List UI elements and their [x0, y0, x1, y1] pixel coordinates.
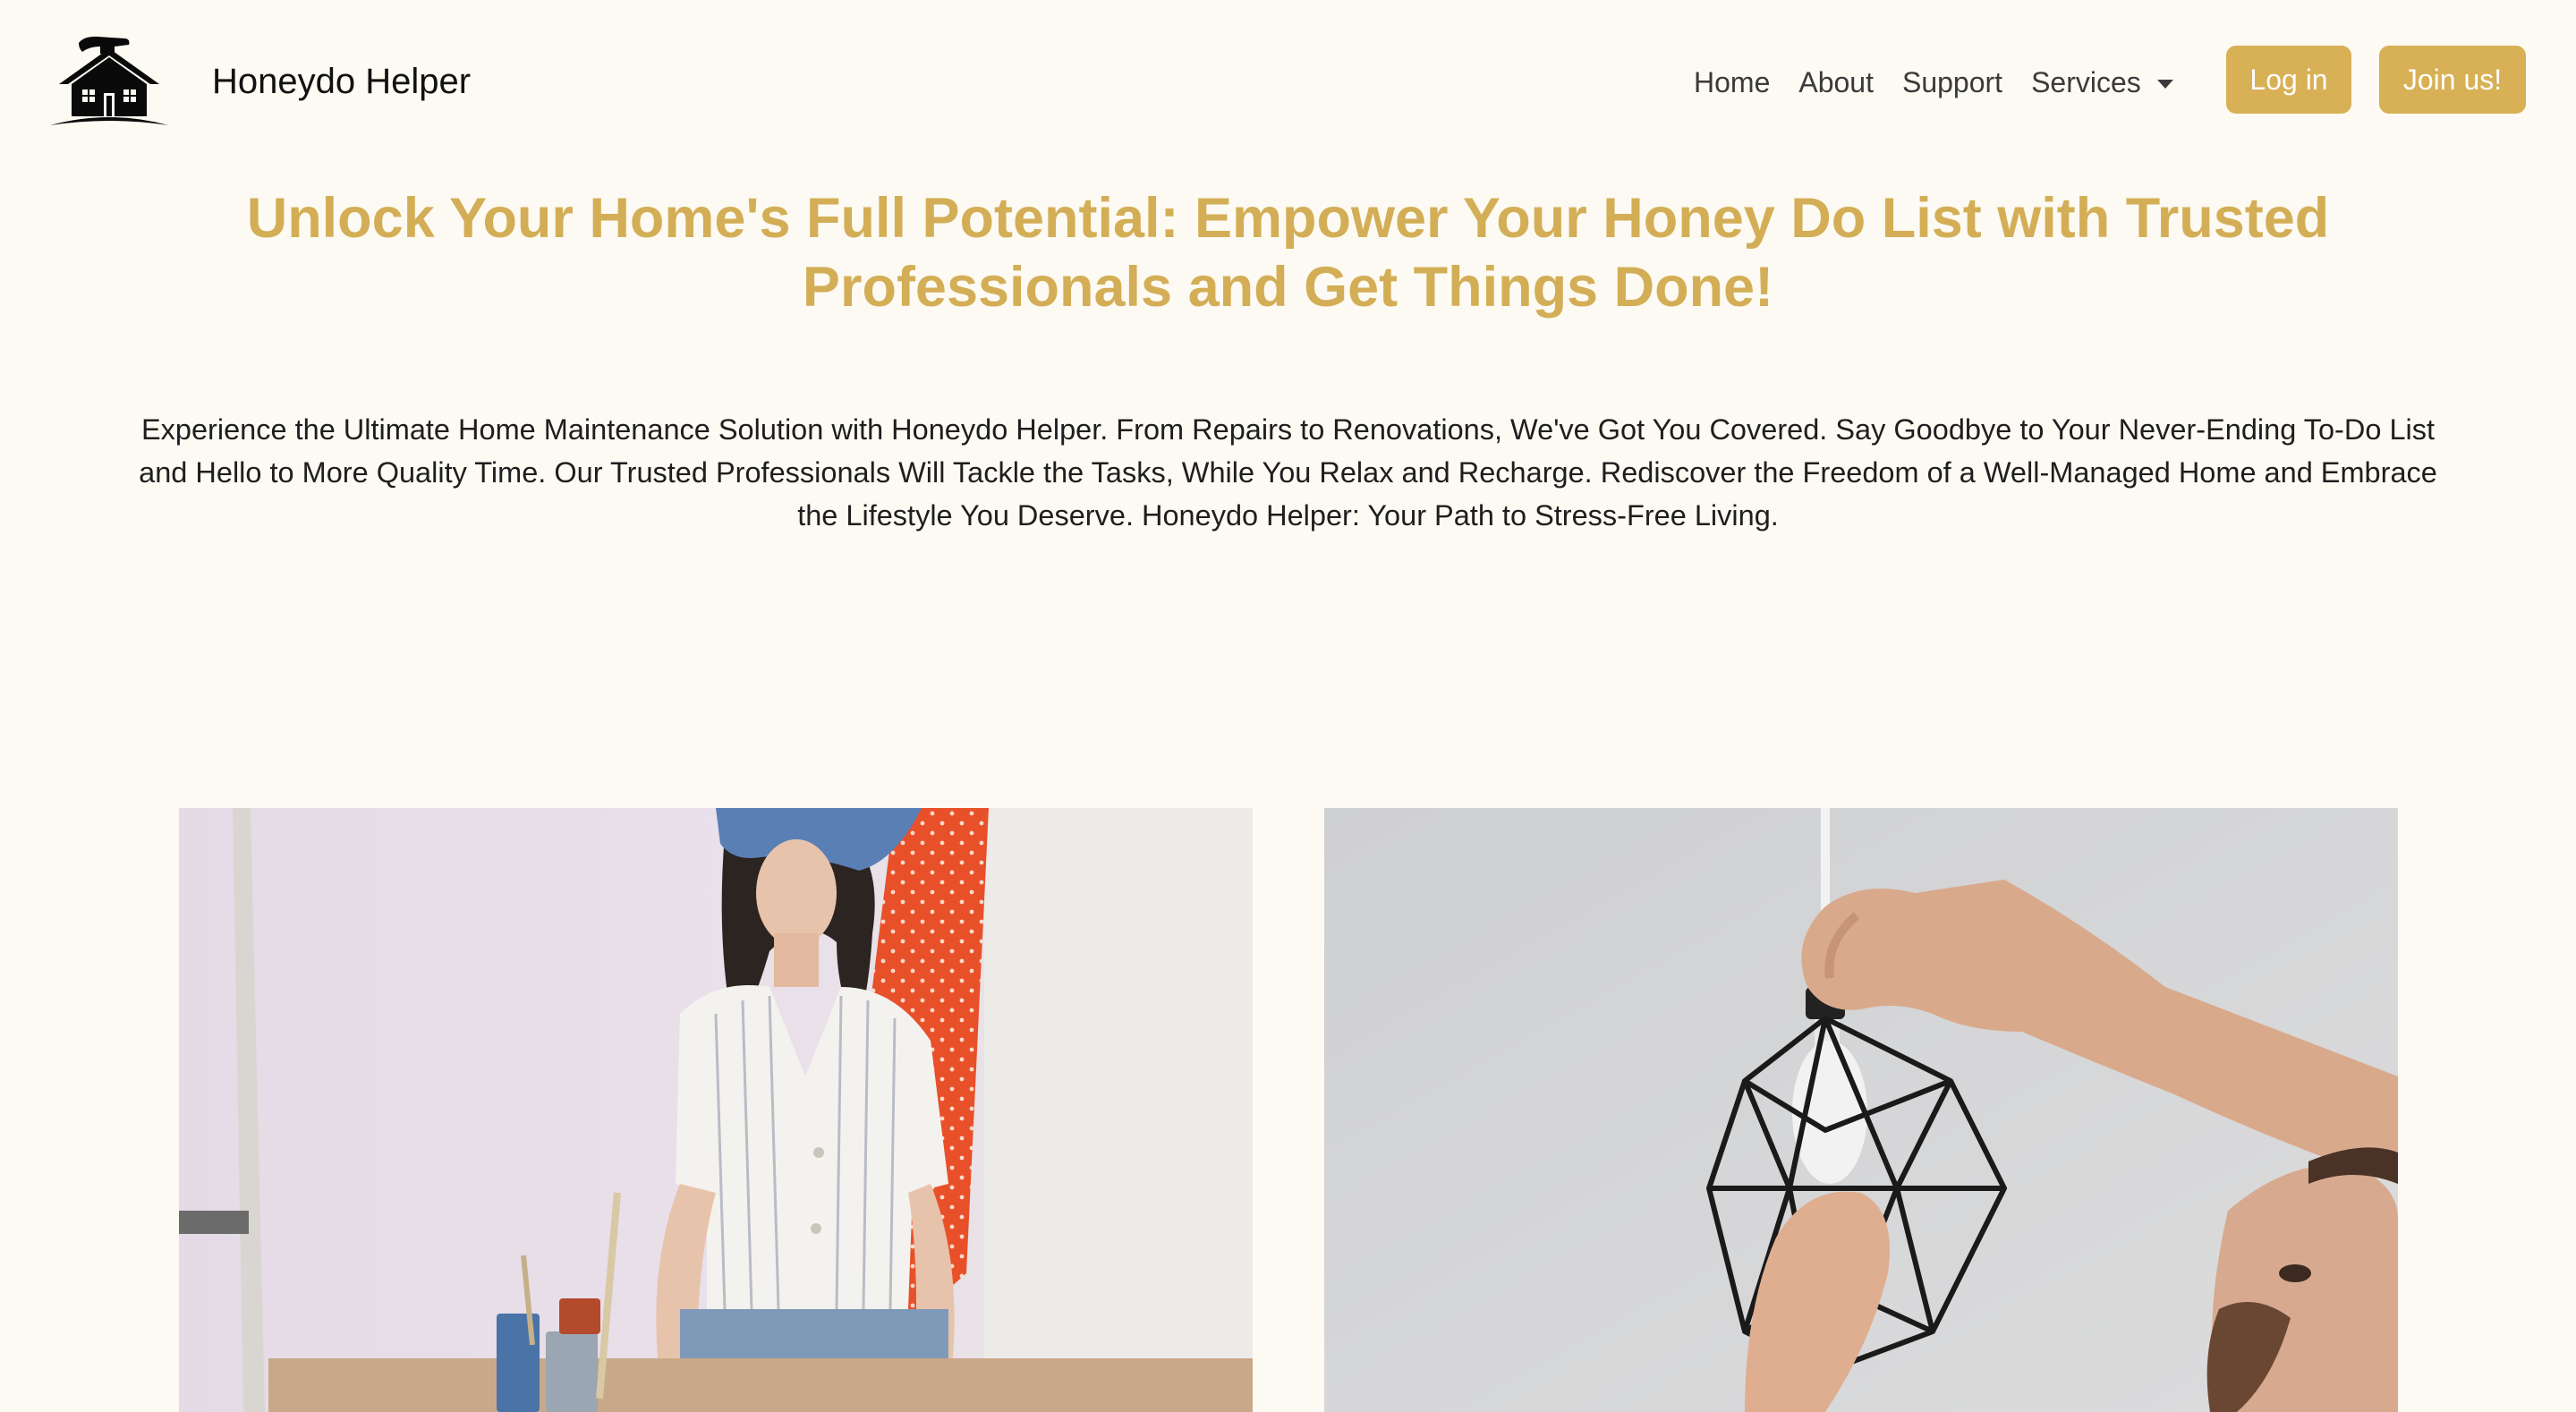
- woman-painting-photo: [179, 808, 1253, 1412]
- house-hammer-icon[interactable]: [48, 34, 170, 127]
- hero-title: Unlock Your Home's Full Potential: Empow…: [246, 187, 2330, 319]
- nav-support[interactable]: Support: [1902, 63, 2002, 102]
- nav-about[interactable]: About: [1798, 63, 1874, 102]
- join-button[interactable]: Join us!: [2379, 46, 2526, 114]
- navbar: Honeydo Helper Home About Support Servic…: [0, 0, 2576, 161]
- hero-description: Experience the Ultimate Home Maintenance…: [139, 413, 2437, 532]
- brand-name[interactable]: Honeydo Helper: [212, 59, 471, 104]
- main-nav: Home About Support Services: [1694, 63, 2173, 102]
- nav-home[interactable]: Home: [1694, 63, 1770, 102]
- caret-down-icon: [2156, 80, 2173, 89]
- nav-services-dropdown[interactable]: Services: [2031, 63, 2173, 102]
- man-installing-light-fixture-photo: [1324, 808, 2398, 1412]
- login-button[interactable]: Log in: [2226, 46, 2351, 114]
- nav-services-label: Services: [2031, 66, 2141, 98]
